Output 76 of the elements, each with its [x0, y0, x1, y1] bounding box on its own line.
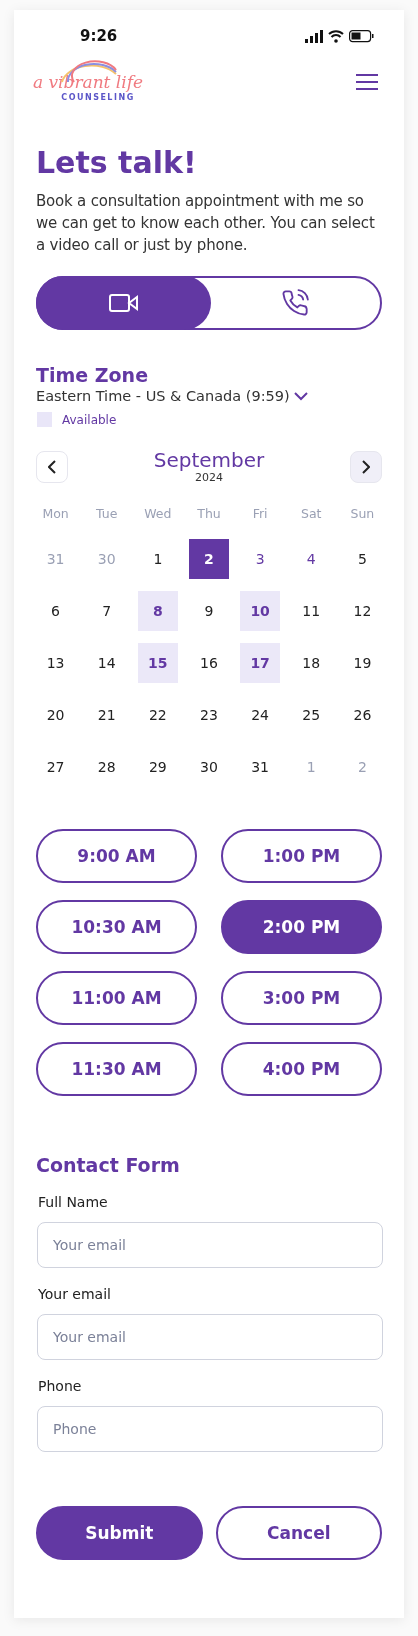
input-field[interactable]: Your email	[37, 1314, 383, 1360]
calendar-day[interactable]: 17	[240, 643, 281, 683]
section-heading: Contact Form	[36, 1154, 181, 1176]
legend-swatch	[37, 412, 52, 427]
calendar-day[interactable]: 25	[291, 695, 332, 735]
time-slot-button[interactable]: 2:00 PM	[221, 900, 382, 954]
calendar-day[interactable]: 15	[137, 643, 178, 683]
video-camera-icon	[108, 292, 139, 314]
calendar-day[interactable]: 26	[342, 695, 383, 735]
weekday-label: Wed	[144, 506, 172, 521]
calendar-day[interactable]: 29	[137, 747, 178, 787]
calendar-day[interactable]: 6	[35, 591, 76, 631]
time-slot-button[interactable]: 1:00 PM	[221, 829, 382, 883]
cancel-button[interactable]: Cancel	[215, 1506, 382, 1560]
month-label: September	[153, 449, 265, 471]
intro-text: Book a consultation appointment with me so we can get to know each other. You can select a video call or just by phone.	[36, 191, 376, 256]
calendar-day[interactable]: 11	[291, 591, 332, 631]
calendar-day[interactable]: 9	[189, 591, 229, 631]
calendar-day[interactable]: 19	[342, 643, 383, 683]
phone-icon	[280, 289, 309, 317]
next-month-button[interactable]	[350, 450, 382, 483]
chevron-down-icon	[293, 391, 308, 401]
weekday-label: Sun	[350, 506, 375, 521]
weekday-label: Thu	[197, 506, 221, 521]
weekday-label: Sat	[301, 506, 322, 521]
input-field[interactable]: Your email	[37, 1222, 383, 1268]
wifi-icon	[328, 29, 344, 43]
legend-label: Available	[62, 412, 117, 427]
weekday-label: Tue	[96, 506, 118, 521]
calendar-day[interactable]: 12	[342, 591, 383, 631]
signal-icon	[305, 29, 323, 43]
submit-button[interactable]: Submit	[36, 1506, 203, 1560]
calendar-day[interactable]: 27	[35, 747, 76, 787]
time-slot-button[interactable]: 4:00 PM	[221, 1042, 382, 1096]
calendar-day[interactable]: 13	[35, 643, 76, 683]
weekday-label: Mon	[42, 506, 69, 521]
calendar-day[interactable]: 7	[86, 591, 127, 631]
time-slot-button[interactable]: 11:30 AM	[36, 1042, 197, 1096]
calendar-day[interactable]: 22	[137, 695, 178, 735]
weekday-label: Fri	[252, 506, 268, 521]
calendar-day[interactable]: 10	[240, 591, 281, 631]
page-title: Lets talk!	[36, 148, 198, 178]
calendar-day[interactable]: 1	[137, 539, 178, 579]
section-heading: Time Zone	[36, 364, 149, 386]
input-field[interactable]: Phone	[37, 1406, 383, 1452]
calendar-day[interactable]: 8	[137, 591, 178, 631]
calendar-day[interactable]: 2	[189, 539, 229, 579]
status-time: 9:26	[80, 27, 118, 45]
calendar-day[interactable]: 14	[86, 643, 127, 683]
chevron-left-icon	[48, 459, 56, 474]
field-label: Phone	[38, 1378, 83, 1394]
field-label: Full Name	[38, 1194, 109, 1210]
time-zone-dropdown[interactable]: Eastern Time - US & Canada (9:59)	[36, 388, 308, 404]
time-slot-button[interactable]: 9:00 AM	[36, 829, 197, 883]
time-slot-button[interactable]: 3:00 PM	[221, 971, 382, 1025]
previous-month-button[interactable]	[36, 450, 68, 483]
chevron-right-icon	[362, 459, 370, 474]
calendar-day[interactable]: 20	[35, 695, 76, 735]
calendar-day[interactable]: 31	[240, 747, 281, 787]
calendar-day[interactable]: 28	[86, 747, 127, 787]
field-label: Your email	[38, 1286, 112, 1302]
menu-icon[interactable]	[356, 74, 378, 90]
calendar-day[interactable]: 23	[189, 695, 229, 735]
calendar-day[interactable]: 5	[342, 539, 383, 579]
calendar-day[interactable]: 4	[291, 539, 332, 579]
year-label: 2024	[195, 471, 223, 484]
calendar-day[interactable]: 3	[240, 539, 281, 579]
calendar-day[interactable]: 30	[189, 747, 229, 787]
time-slot-button[interactable]: 10:30 AM	[36, 900, 197, 954]
calendar-day[interactable]: 24	[240, 695, 281, 735]
time-slot-button[interactable]: 11:00 AM	[36, 971, 197, 1025]
video-call-option[interactable]	[36, 276, 211, 330]
battery-icon	[349, 29, 374, 43]
calendar-day[interactable]: 16	[189, 643, 229, 683]
calendar-day[interactable]: 18	[291, 643, 332, 683]
calendar-day[interactable]: 21	[86, 695, 127, 735]
